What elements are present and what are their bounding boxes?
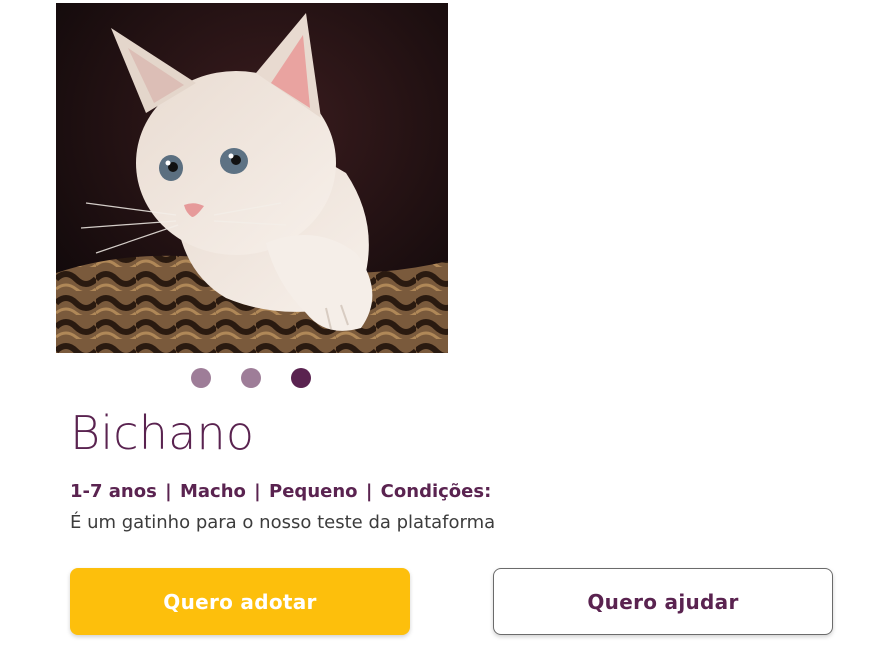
attribute-separator: | [254,481,261,502]
pet-attributes: 1-7 anos | Macho | Pequeno | Condições: [70,480,491,504]
pet-conditions-label: Condições: [380,481,492,502]
kitten-photo-image [56,3,448,353]
gallery-dot-2[interactable] [241,368,261,388]
pet-age: 1-7 anos [70,481,157,502]
pet-sex: Macho [179,481,246,502]
pet-size: Pequeno [269,481,358,502]
attribute-separator: | [365,481,373,502]
pet-name: Bichano [70,406,255,460]
gallery-dot-1[interactable] [191,368,211,388]
pet-profile-page: Bichano 1-7 anos | Macho | Pequeno | Con… [0,0,875,661]
adopt-button[interactable]: Quero adotar [70,568,410,635]
attribute-separator: | [165,481,172,502]
help-button[interactable]: Quero ajudar [493,568,833,635]
gallery-pagination [191,368,311,388]
gallery-dot-3[interactable] [291,368,311,388]
pet-description: É um gatinho para o nosso teste da plata… [70,512,496,533]
pet-photo[interactable] [56,3,448,353]
